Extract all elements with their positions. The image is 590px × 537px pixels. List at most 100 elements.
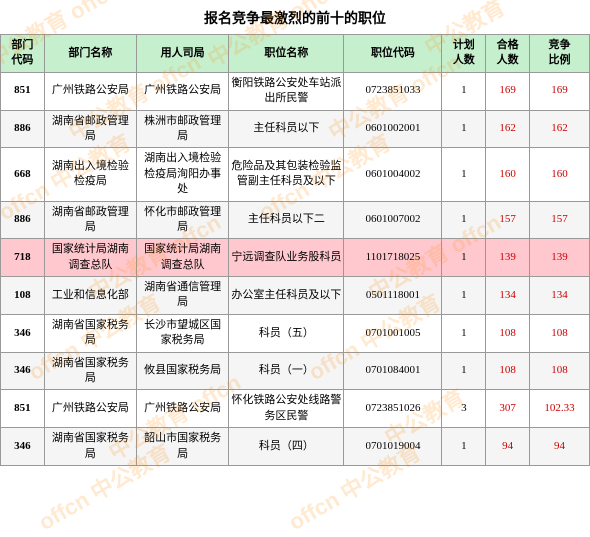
table-row: 668湖南出入境检验检疫局湖南出入境检验检疫局洵阳办事处危险品及其包装检验监管副… — [1, 148, 590, 201]
cell-dept-name: 湖南省国家税务局 — [44, 428, 136, 466]
cell-dept-name: 工业和信息化部 — [44, 277, 136, 315]
cell-pass: 160 — [486, 148, 530, 201]
table-body: 851广州铁路公安局广州铁路公安局衡阳铁路公安处车站派出所民警072385103… — [1, 72, 590, 465]
cell-plan: 1 — [442, 148, 486, 201]
cell-job-code: 0601004002 — [344, 148, 442, 201]
cell-dept-code: 886 — [1, 201, 45, 239]
cell-job-code: 0723851026 — [344, 390, 442, 428]
header-plan: 计划人数 — [442, 35, 486, 73]
table-row: 346湖南省国家税务局韶山市国家税务局科员（四）070101900419494 — [1, 428, 590, 466]
cell-dept-code: 886 — [1, 110, 45, 148]
cell-dept-name: 湖南省邮政管理局 — [44, 201, 136, 239]
cell-compete: 134 — [530, 277, 590, 315]
cell-job-name: 科员（五） — [229, 314, 344, 352]
cell-dept-code: 851 — [1, 72, 45, 110]
cell-dept-name: 国家统计局湖南调查总队 — [44, 239, 136, 277]
cell-employer: 怀化市邮政管理局 — [137, 201, 229, 239]
cell-pass: 169 — [486, 72, 530, 110]
cell-plan: 3 — [442, 390, 486, 428]
cell-pass: 94 — [486, 428, 530, 466]
cell-plan: 1 — [442, 277, 486, 315]
cell-job-name: 怀化铁路公安处线路警务区民警 — [229, 390, 344, 428]
cell-job-code: 0601002001 — [344, 110, 442, 148]
cell-dept-name: 广州铁路公安局 — [44, 72, 136, 110]
cell-pass: 162 — [486, 110, 530, 148]
cell-employer: 广州铁路公安局 — [137, 390, 229, 428]
cell-job-code: 0701019004 — [344, 428, 442, 466]
cell-compete: 162 — [530, 110, 590, 148]
cell-plan: 1 — [442, 72, 486, 110]
cell-dept-code: 718 — [1, 239, 45, 277]
cell-job-name: 主任科员以下 — [229, 110, 344, 148]
cell-employer: 韶山市国家税务局 — [137, 428, 229, 466]
cell-job-name: 科员（四） — [229, 428, 344, 466]
cell-employer: 国家统计局湖南调查总队 — [137, 239, 229, 277]
cell-job-name: 科员（一） — [229, 352, 344, 390]
cell-job-name: 危险品及其包装检验监管副主任科员及以下 — [229, 148, 344, 201]
cell-pass: 108 — [486, 352, 530, 390]
cell-dept-name: 湖南出入境检验检疫局 — [44, 148, 136, 201]
table-row: 851广州铁路公安局广州铁路公安局衡阳铁路公安处车站派出所民警072385103… — [1, 72, 590, 110]
cell-pass: 157 — [486, 201, 530, 239]
table-row: 718国家统计局湖南调查总队国家统计局湖南调查总队宁远调查队业务股科员11017… — [1, 239, 590, 277]
header-compete: 竞争比例 — [530, 35, 590, 73]
header-job-name: 职位名称 — [229, 35, 344, 73]
table-row: 886湖南省邮政管理局株洲市邮政管理局主任科员以下060100200111621… — [1, 110, 590, 148]
table-row: 108工业和信息化部湖南省通信管理局办公室主任科员及以下050111800111… — [1, 277, 590, 315]
cell-plan: 1 — [442, 314, 486, 352]
cell-employer: 攸县国家税务局 — [137, 352, 229, 390]
cell-employer: 株洲市邮政管理局 — [137, 110, 229, 148]
header-employer: 用人司局 — [137, 35, 229, 73]
cell-job-name: 主任科员以下二 — [229, 201, 344, 239]
cell-dept-code: 346 — [1, 314, 45, 352]
cell-job-code: 0701001005 — [344, 314, 442, 352]
cell-compete: 139 — [530, 239, 590, 277]
cell-dept-name: 湖南省国家税务局 — [44, 314, 136, 352]
header-dept-code: 部门代码 — [1, 35, 45, 73]
cell-plan: 1 — [442, 201, 486, 239]
cell-pass: 108 — [486, 314, 530, 352]
cell-pass: 139 — [486, 239, 530, 277]
cell-job-code: 0723851033 — [344, 72, 442, 110]
cell-job-code: 0701084001 — [344, 352, 442, 390]
cell-dept-code: 108 — [1, 277, 45, 315]
table-row: 886湖南省邮政管理局怀化市邮政管理局主任科员以下二06010070021157… — [1, 201, 590, 239]
cell-pass: 134 — [486, 277, 530, 315]
cell-compete: 102.33 — [530, 390, 590, 428]
cell-dept-name: 湖南省邮政管理局 — [44, 110, 136, 148]
page-title: 报名竞争最激烈的前十的职位 — [0, 0, 590, 34]
cell-job-name: 宁远调查队业务股科员 — [229, 239, 344, 277]
cell-compete: 108 — [530, 352, 590, 390]
cell-employer: 湖南出入境检验检疫局洵阳办事处 — [137, 148, 229, 201]
cell-job-code: 1101718025 — [344, 239, 442, 277]
cell-job-code: 0601007002 — [344, 201, 442, 239]
table-row: 346湖南省国家税务局攸县国家税务局科员（一）07010840011108108 — [1, 352, 590, 390]
cell-compete: 94 — [530, 428, 590, 466]
cell-plan: 1 — [442, 352, 486, 390]
cell-plan: 1 — [442, 428, 486, 466]
cell-compete: 160 — [530, 148, 590, 201]
cell-dept-code: 668 — [1, 148, 45, 201]
cell-employer: 湖南省通信管理局 — [137, 277, 229, 315]
cell-employer: 广州铁路公安局 — [137, 72, 229, 110]
table-row: 851广州铁路公安局广州铁路公安局怀化铁路公安处线路警务区民警072385102… — [1, 390, 590, 428]
header-job-code: 职位代码 — [344, 35, 442, 73]
cell-compete: 157 — [530, 201, 590, 239]
cell-employer: 长沙市望城区国家税务局 — [137, 314, 229, 352]
cell-dept-name: 湖南省国家税务局 — [44, 352, 136, 390]
cell-compete: 169 — [530, 72, 590, 110]
cell-dept-code: 346 — [1, 352, 45, 390]
header-dept-name: 部门名称 — [44, 35, 136, 73]
cell-compete: 108 — [530, 314, 590, 352]
cell-job-code: 0501118001 — [344, 277, 442, 315]
table-header: 部门代码 部门名称 用人司局 职位名称 职位代码 计划人数 合格人数 竞争比例 — [1, 35, 590, 73]
cell-dept-code: 851 — [1, 390, 45, 428]
header-pass: 合格人数 — [486, 35, 530, 73]
cell-dept-code: 346 — [1, 428, 45, 466]
cell-job-name: 衡阳铁路公安处车站派出所民警 — [229, 72, 344, 110]
cell-plan: 1 — [442, 110, 486, 148]
cell-dept-name: 广州铁路公安局 — [44, 390, 136, 428]
table-row: 346湖南省国家税务局长沙市望城区国家税务局科员（五）0701001005110… — [1, 314, 590, 352]
cell-pass: 307 — [486, 390, 530, 428]
cell-plan: 1 — [442, 239, 486, 277]
